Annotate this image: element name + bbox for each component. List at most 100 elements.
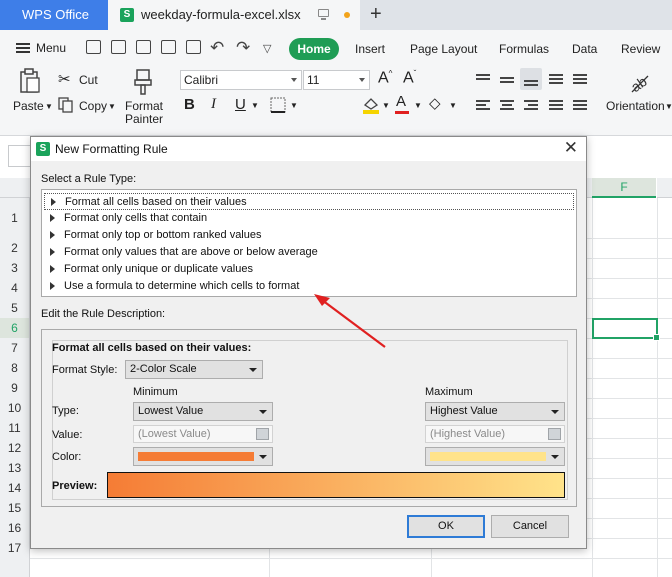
clear-dropdown-icon[interactable]: ▼ [449,101,457,110]
row-header-5[interactable]: 5 [0,298,30,318]
chevron-down-icon [551,455,559,459]
row-header-16[interactable]: 16 [0,518,30,538]
range-picker-icon[interactable] [256,428,269,440]
fill-color-icon[interactable] [362,96,380,114]
font-name-select[interactable]: Calibri [180,70,302,90]
dialog-title-bar[interactable]: S New Formatting Rule ✕ [31,137,586,161]
column-header-bar-right [657,178,672,198]
cancel-button[interactable]: Cancel [491,515,569,538]
eraser-icon[interactable]: ◇ [429,94,441,112]
font-color-icon[interactable]: A [396,93,406,110]
bold-button[interactable]: B [184,96,195,113]
hamburger-menu-icon[interactable] [16,43,30,53]
format-painter-label-2[interactable]: Painter [125,112,163,126]
more-chevron-icon[interactable]: ▽ [263,42,271,55]
row-header-4[interactable]: 4 [0,278,30,298]
rule-type-item[interactable]: Format only unique or duplicate values [44,261,574,278]
rule-type-item[interactable]: Format only top or bottom ranked values [44,227,574,244]
format-painter-icon[interactable] [133,68,153,96]
rule-type-item[interactable]: Format only cells that contain [44,210,574,227]
name-box[interactable] [8,145,30,167]
format-style-select[interactable]: 2-Color Scale [125,360,263,379]
menu-button[interactable]: Menu [36,41,66,55]
wps-office-tab[interactable]: WPS Office [0,0,108,30]
row-header-8[interactable]: 8 [0,358,30,378]
rule-type-item[interactable]: Use a formula to determine which cells t… [44,278,574,295]
paste-icon[interactable] [18,68,42,96]
increase-font-icon[interactable]: A^ [378,69,392,87]
column-header-f[interactable]: F [592,178,656,198]
rule-type-item[interactable]: Format only values that are above or bel… [44,244,574,261]
row-header-18[interactable] [0,558,30,577]
row-header-13[interactable]: 13 [0,458,30,478]
underline-dropdown-icon[interactable]: ▼ [251,101,259,110]
rule-type-item[interactable]: Format all cells based on their values [44,193,574,210]
selected-cell-f6[interactable] [592,318,660,341]
font-size-select[interactable]: 11 [303,70,370,90]
rule-type-label: Use a formula to determine which cells t… [64,280,300,292]
orientation-icon[interactable]: ab [628,70,652,94]
font-color-dropdown-icon[interactable]: ▼ [414,101,422,110]
fill-color-dropdown-icon[interactable]: ▼ [382,101,390,110]
row-header-10[interactable]: 10 [0,398,30,418]
row-header-9[interactable]: 9 [0,378,30,398]
paste-button[interactable]: Paste [13,99,44,113]
save-icon[interactable] [111,40,126,54]
tab-formulas[interactable]: Formulas [499,42,549,56]
align-bottom-icon[interactable] [520,68,542,90]
italic-button[interactable]: I [211,96,216,113]
row-header-1[interactable]: 1 [0,198,30,238]
maximum-type-select[interactable]: Highest Value [425,402,565,421]
orientation-button[interactable]: Orientation [606,99,665,113]
cut-button[interactable]: Cut [79,73,98,87]
ok-button[interactable]: OK [407,515,485,538]
format-painter-label-1[interactable]: Format [125,99,163,113]
row-header-7[interactable]: 7 [0,338,30,358]
minimum-value-input[interactable]: (Lowest Value) [133,425,273,443]
tab-data[interactable]: Data [572,42,597,56]
new-tab-button[interactable]: + [370,0,382,30]
maximum-color-select[interactable] [425,447,565,466]
maximum-value-input[interactable]: (Highest Value) [425,425,565,443]
row-header-12[interactable]: 12 [0,438,30,458]
minimum-type-select[interactable]: Lowest Value [133,402,273,421]
redo-icon[interactable]: ↷ [236,38,250,58]
range-picker-icon[interactable] [548,428,561,440]
row-header-3[interactable]: 3 [0,258,30,278]
minimum-color-select[interactable] [133,447,273,466]
open-folder-icon[interactable] [86,40,101,54]
monitor-icon[interactable] [318,9,329,20]
row-header-11[interactable]: 11 [0,418,30,438]
file-tab[interactable]: S weekday-formula-excel.xlsx [108,0,360,30]
row-header-6[interactable]: 6 [0,318,30,338]
tab-insert[interactable]: Insert [355,42,385,56]
triangle-right-icon [51,198,56,206]
rule-type-list[interactable]: Format all cells based on their values F… [41,189,577,297]
decrease-font-icon[interactable]: Aˇ [403,69,416,87]
borders-icon[interactable] [270,97,286,113]
underline-button[interactable]: U [235,96,246,113]
scissors-icon[interactable]: ✂ [58,70,71,88]
copy-button[interactable]: Copy [79,99,107,113]
print-preview-icon[interactable] [186,40,201,54]
borders-dropdown-icon[interactable]: ▼ [290,101,298,110]
type-label: Type: [52,405,79,417]
orientation-dropdown-icon[interactable]: ▼ [665,102,672,111]
print-icon[interactable] [161,40,176,54]
export-icon[interactable] [136,40,151,54]
tab-review[interactable]: Review [621,42,660,56]
svg-text:ab: ab [628,73,650,94]
format-style-value: 2-Color Scale [130,363,197,375]
row-header-14[interactable]: 14 [0,478,30,498]
close-icon[interactable]: ✕ [564,138,578,158]
copy-dropdown-icon[interactable]: ▼ [108,102,116,111]
undo-icon[interactable]: ↶ [210,38,224,58]
row-header-15[interactable]: 15 [0,498,30,518]
tab-page-layout[interactable]: Page Layout [410,42,477,56]
paste-dropdown-icon[interactable]: ▼ [45,102,53,111]
copy-icon[interactable] [58,97,74,113]
row-header-2[interactable]: 2 [0,238,30,258]
tab-home[interactable]: Home [289,38,339,60]
home-ribbon: Paste ▼ ✂ Cut Copy ▼ Format Painter Cali… [0,64,672,136]
row-header-17[interactable]: 17 [0,538,30,558]
